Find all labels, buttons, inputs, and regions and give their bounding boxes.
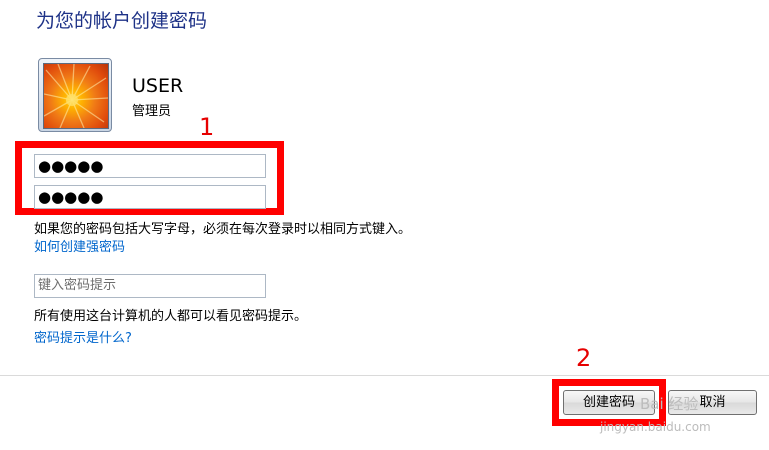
page-title: 为您的帐户创建密码 <box>36 10 208 32</box>
case-sensitivity-note: 如果您的密码包括大写字母，必须在每次登录时以相同方式键入。 <box>34 222 412 237</box>
hint-visibility-note: 所有使用这台计算机的人都可以看见密码提示。 <box>34 309 308 324</box>
flower-picture-icon <box>43 63 109 129</box>
account-username: USER <box>132 75 184 97</box>
step-2-marker: 2 <box>576 344 592 372</box>
password-hint-help-link[interactable]: 密码提示是什么? <box>34 327 132 346</box>
strong-password-link[interactable]: 如何创建强密码 <box>34 236 125 255</box>
password-hint-input[interactable]: 键入密码提示 <box>34 274 266 298</box>
account-role: 管理员 <box>132 104 172 119</box>
watermark-url: jingyan.baidu.com <box>600 420 711 434</box>
footer-divider <box>0 375 769 376</box>
step-1-marker: 1 <box>199 113 215 141</box>
confirm-password-field[interactable]: ●●●●● <box>34 185 266 209</box>
new-password-field[interactable]: ●●●●● <box>34 154 266 178</box>
watermark-brand: Bai 经验 <box>640 395 699 413</box>
user-avatar <box>38 58 112 132</box>
